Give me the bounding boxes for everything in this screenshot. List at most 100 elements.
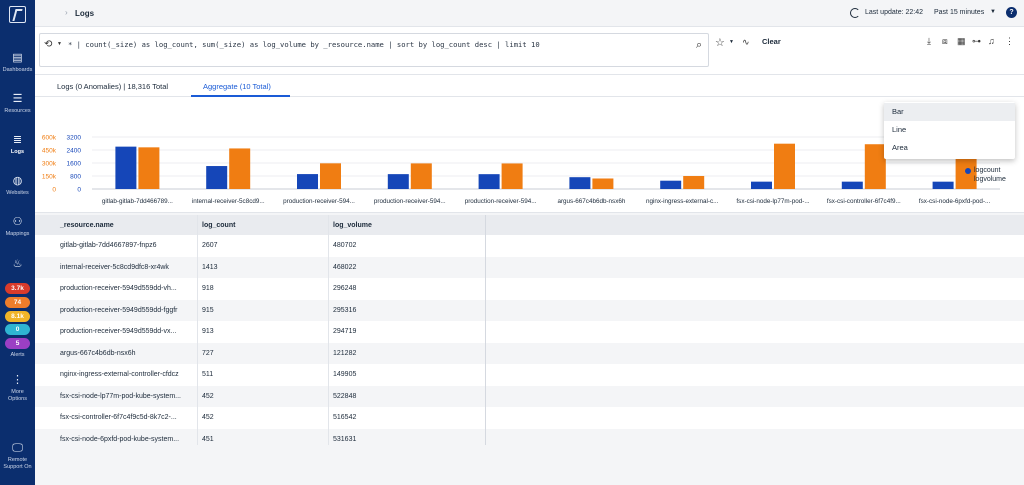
cell-log-volume: 480702 [333,242,357,249]
sidebar-item-logs[interactable]: ≣ Logs [0,134,35,155]
bar-logcount[interactable] [932,181,954,189]
time-range-caret-icon[interactable]: ▼ [990,9,996,15]
legend-item-logvolume[interactable]: logvolume [965,175,1006,184]
cell-log-volume: 296248 [333,285,357,292]
tab-logs[interactable]: Logs (0 Anomalies) | 18,316 Total [57,82,168,91]
y-left-tick-label: 3200 [67,135,82,142]
alert-count-critical[interactable]: 3.7k [5,283,30,294]
sidebar: ▤ Dashboards ☰ Resources ≣ Logs ◍ Websit… [0,0,35,485]
query-toolbar: ⟲ ▼ * | count(_size) as log_count, sum(_… [35,27,1024,75]
table-row[interactable]: production-receiver-5949d559dd-vh... 918 2… [35,278,1024,300]
bar-logvolume[interactable] [864,144,886,189]
calendar-icon[interactable]: ▦ [957,36,966,47]
results-tabs: Logs (0 Anomalies) | 18,316 Total Aggreg… [35,75,1024,97]
bar-logvolume[interactable] [683,176,705,189]
sidebar-item-alerts[interactable]: Alerts [0,352,35,358]
bar-logvolume[interactable] [501,163,523,189]
y-right-tick-label: 450k [42,148,57,155]
history-caret-icon[interactable]: ▼ [57,41,62,47]
saved-queries-caret-icon[interactable]: ▼ [729,39,734,45]
query-input[interactable]: ⟲ ▼ * | count(_size) as log_count, sum(_… [39,33,709,67]
sidebar-item-dashboards[interactable]: ▤ Dashboards [0,52,35,73]
bar-logvolume[interactable] [410,163,432,189]
bar-logvolume[interactable] [320,163,341,189]
bar-logcount[interactable] [751,181,772,189]
column-divider [328,215,329,445]
bar-logcount[interactable] [387,174,409,189]
y-right-tick-label: 600k [42,135,57,142]
refresh-icon[interactable] [850,8,860,18]
chart-type-option-bar[interactable]: Bar [884,103,1015,121]
column-header-resource-name[interactable]: _resource.name [60,222,114,229]
alert-count-info[interactable]: 0 [5,324,30,335]
chart-type-menu: Bar Line Area [884,102,1015,159]
page-title: Logs [75,9,95,18]
column-header-log-volume[interactable]: log_volume [333,222,372,229]
bar-logcount[interactable] [569,177,591,189]
cell-resource-name: fsx-csi-controller-6f7c4f9c5d-8k7c2-... [60,414,177,421]
bar-logcount[interactable] [841,181,863,189]
logicmonitor-logo-icon[interactable] [9,6,26,23]
chart-type-option-area[interactable]: Area [884,139,1015,157]
cell-log-count: 2607 [202,242,218,249]
alert-count-warning[interactable]: 8.1k [5,311,30,322]
legend-swatch [965,167,971,174]
table-header: _resource.name log_count log_volume [35,215,1024,235]
x-tick-label: production-receiver-594... [374,198,446,205]
plugin-icon[interactable]: ⧈ [942,36,948,47]
bar-logcount[interactable] [206,166,228,189]
help-icon[interactable]: ? [1006,7,1017,18]
y-right-tick-label: 150k [42,174,57,181]
sidebar-item-more-options[interactable]: ⋮ More Options [0,374,35,403]
tab-aggregate[interactable]: Aggregate (10 Total) [203,82,271,91]
table-row[interactable]: production-receiver-5949d559dd-fggfr 915 2… [35,299,1024,321]
table-row[interactable]: fsx-csi-controller-6f7c4f9c5d-8k7c2-... 4… [35,407,1024,429]
star-icon[interactable]: ☆ [715,36,725,49]
last-update-text: Last update: 22:42 [865,9,923,16]
table-row[interactable]: gitlab-gitlab-7dd4667897-fnpz6 2607 480702 [35,235,1024,257]
chart-type-option-line[interactable]: Line [884,121,1015,139]
history-icon[interactable]: ⟲ [44,39,52,50]
table-row[interactable]: fsx-csi-node-6pxfd-pod-kube-system... 451… [35,428,1024,450]
bar-logvolume[interactable] [774,143,795,189]
sidebar-item-alerts-icon-wrap[interactable]: ♨ [0,258,35,273]
cell-log-count: 452 [202,414,214,421]
sidebar-item-mappings[interactable]: ⚇ Mappings [0,216,35,237]
bar-logcount[interactable] [297,174,318,189]
sidebar-item-resources[interactable]: ☰ Resources [0,93,35,114]
alert-count-other[interactable]: 5 [5,338,30,349]
bar-logvolume[interactable] [592,178,614,189]
bar-logvolume[interactable] [138,147,160,189]
sidebar-item-websites[interactable]: ◍ Websites [0,175,35,196]
cell-resource-name: fsx-csi-node-lp77m-pod-kube-system... [60,392,181,400]
bar-logcount[interactable] [478,174,500,189]
legend-item-logcount[interactable]: logcount [965,166,1006,175]
hierarchy-icon[interactable]: ⊶ [972,36,981,47]
websites-icon: ◍ [12,175,23,187]
alert-count-error[interactable]: 74 [5,297,30,308]
bell-icon[interactable]: ♫ [988,36,995,46]
bar-logvolume[interactable] [229,148,251,189]
bar-logcount[interactable] [660,180,682,189]
x-tick-label: fsx-csi-controller-6f7c4f9... [827,198,901,205]
breadcrumb-chevron-icon: › [65,8,68,17]
table-row[interactable]: fsx-csi-node-lp77m-pod-kube-system... 452… [35,385,1024,407]
table-row[interactable]: internal-receiver-5c8cd9dfc8-xr4wk 1413 46… [35,256,1024,278]
table-row[interactable]: argus-667c4b6db-nsx6h 727 121282 [35,342,1024,364]
column-header-log-count[interactable]: log_count [202,222,235,229]
cell-log-count: 511 [202,371,214,378]
download-icon[interactable]: ⤓ [927,36,931,47]
search-icon[interactable]: ⌕ [696,39,702,52]
sidebar-item-remote-support[interactable]: 🖵 Remote Support On [0,442,35,471]
table-row[interactable]: nginx-ingress-external-controller-cfdcz 5… [35,364,1024,386]
table-row[interactable]: production-receiver-5949d559dd-vx... 913 2… [35,321,1024,343]
kebab-menu-icon[interactable]: ⋮ [1005,36,1014,47]
cell-resource-name: argus-667c4b6db-nsx6h [60,349,136,357]
dashboards-icon: ▤ [12,52,23,64]
query-text[interactable]: * | count(_size) as log_count, sum(_size… [68,40,540,49]
clear-button[interactable]: Clear [762,37,781,46]
pulse-icon[interactable]: ∿ [742,37,750,48]
cell-log-volume: 468022 [333,263,357,271]
time-range-selector[interactable]: Past 15 minutes [934,9,984,16]
bar-logcount[interactable] [115,146,137,189]
